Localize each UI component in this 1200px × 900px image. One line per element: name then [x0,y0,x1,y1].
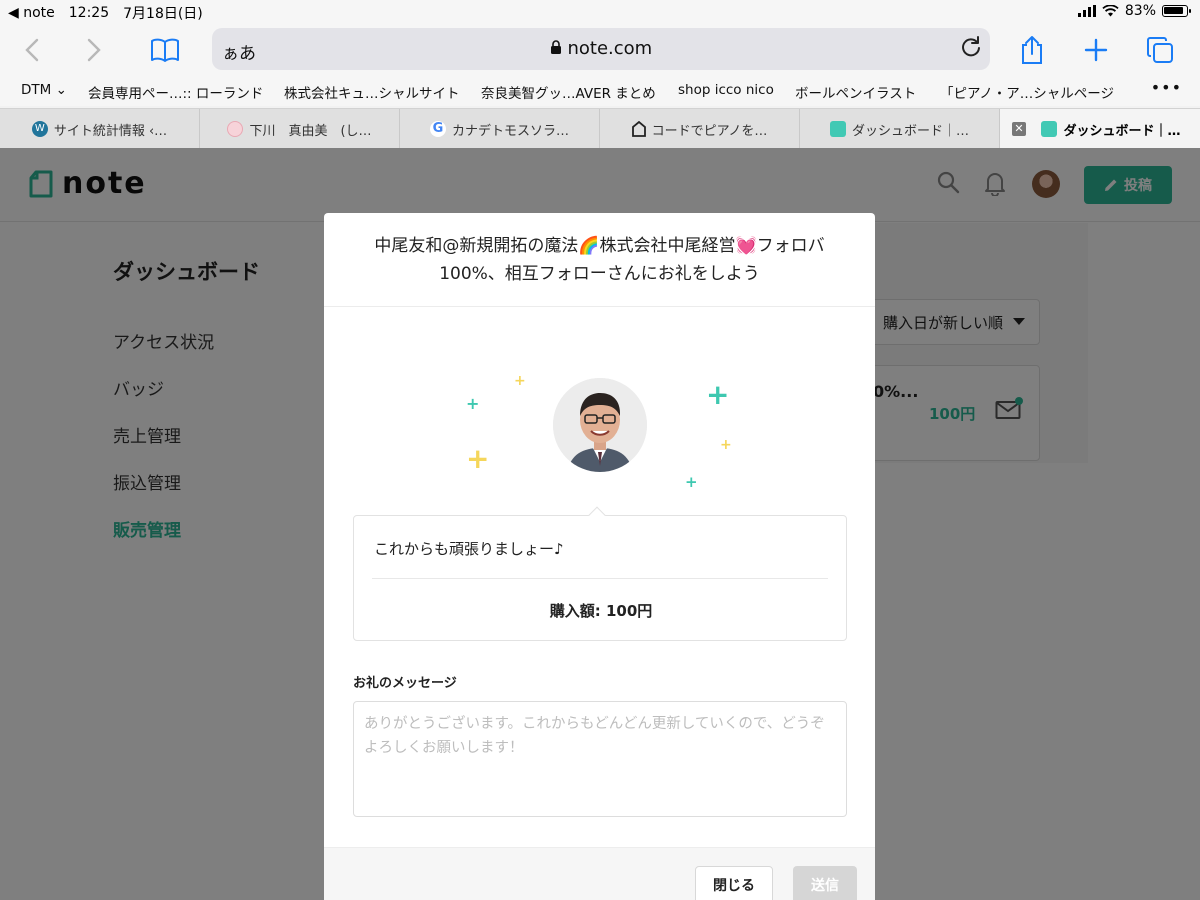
url-field[interactable]: note.com [212,38,990,59]
forward-button[interactable] [74,30,114,70]
note-favicon-icon [1041,121,1058,137]
tab-title: 下川 真由美 (し… [249,123,372,139]
tab-title: ダッシュボード｜… [851,123,969,139]
reload-icon [962,36,980,57]
bookmark-item[interactable]: 株式会社キュ…シャルサイト [284,82,460,102]
bookmark-item[interactable]: ボールペンイラスト [795,82,916,102]
browser-tab-active[interactable]: ✕ ダッシュボード｜… [1000,109,1200,149]
tab-bar: W サイト統計情報 ‹… 下川 真由美 (し… G カナデトモスソラ… コードで… [0,108,1200,149]
sparkle-icon: + [706,378,730,411]
date: 7月18日(日) [123,6,203,22]
battery-icon [1162,5,1191,17]
book-icon [151,38,179,62]
tabs-icon [1147,37,1173,63]
back-app-label: note [23,5,55,21]
tab-title: サイト統計情報 ‹… [53,123,168,139]
bookmark-item[interactable]: 会員専用ペー…:: ローランド [88,82,263,102]
character-favicon-icon [227,121,244,137]
browser-tab[interactable]: ダッシュボード｜… [800,109,1000,149]
tab-title: カナデトモスソラ… [451,123,569,139]
buyer-message: これからも頑張りましょー♪ [374,540,564,558]
wifi-icon [1102,5,1119,17]
bookmark-folder-dtm[interactable]: DTM ⌄ [21,82,67,98]
note-favicon-icon [829,121,846,137]
lock-icon [550,40,561,54]
chevron-left-icon [25,38,39,62]
plus-icon [1084,38,1108,62]
back-to-app[interactable]: ◀ note [8,5,55,21]
tab-title: コードでピアノを… [651,123,768,139]
browser-tab[interactable]: G カナデトモスソラ… [400,109,600,149]
buyer-message-card: これからも頑張りましょー♪ 購入額: 100円 [353,515,847,641]
divider [372,578,828,579]
share-button[interactable] [1012,30,1052,70]
modal-footer: 閉じる 送信 [324,847,875,900]
battery-percent: 83% [1124,3,1156,19]
share-icon [1022,36,1042,64]
reload-button[interactable] [960,36,982,62]
bookmark-label: DTM [21,82,52,98]
tab-title: ダッシュボード｜… [1063,123,1181,139]
close-button[interactable]: 閉じる [695,866,773,900]
status-bar: ◀ note 12:25 7月18日(日) 83% [0,0,1200,24]
url-text: note.com [567,38,653,59]
sparkle-icon: + [685,473,698,491]
sparkle-icon: + [514,373,526,389]
new-tab-button[interactable] [1076,30,1116,70]
sparkle-icon: + [720,437,732,453]
bookmarks-bar: DTM ⌄ 会員専用ペー…:: ローランド 株式会社キュ…シャルサイト 奈良美智… [0,76,1200,106]
thanks-message-input[interactable] [353,701,847,817]
google-icon: G [429,121,446,137]
bookmark-item[interactable]: 「ピアノ・ア…シャルページ [940,82,1114,102]
modal-title: 中尾友和@新規開拓の魔法🌈株式会社中尾経営💓フォロバ 100%、相互フォローさん… [324,213,875,307]
sparkle-icon: + [466,394,480,413]
tab-overview-button[interactable] [1140,30,1180,70]
thanks-message-label: お礼のメッセージ [353,676,457,691]
modal-title-line-2: 100%、相互フォローさんにお礼をしよう [439,264,760,284]
chevron-right-icon [87,38,101,62]
creator-portrait-icon [553,378,647,472]
more-bookmarks-button[interactable]: ••• [1151,78,1182,97]
creator-avatar [553,378,647,472]
thanks-modal: 中尾友和@新規開拓の魔法🌈株式会社中尾経営💓フォロバ 100%、相互フォローさん… [324,213,875,900]
cellular-signal-icon [1077,5,1096,17]
wordpress-icon: W [31,121,48,137]
purchase-amount: 購入額: 100円 [549,602,653,620]
back-button[interactable] [12,30,52,70]
browser-tab[interactable]: コードでピアノを… [600,109,800,149]
sparkle-icon: + [466,442,490,475]
browser-toolbar: ぁあ note.com [0,24,1200,76]
send-button[interactable]: 送信 [793,866,857,900]
bookmarks-button[interactable] [145,30,185,70]
browser-tab[interactable]: W サイト統計情報 ‹… [0,109,200,149]
bookmark-item[interactable]: shop icco nico [678,82,774,98]
house-icon [631,121,646,137]
browser-tab[interactable]: 下川 真由美 (し… [200,109,400,149]
modal-title-line-1: 中尾友和@新規開拓の魔法🌈株式会社中尾経営💓フォロバ [374,236,825,256]
chevron-down-icon: ⌄ [55,82,67,98]
close-tab-icon[interactable]: ✕ [1012,122,1026,136]
bookmark-item[interactable]: 奈良美智グッ…AVER まとめ [481,82,656,102]
clock: 12:25 [68,5,110,21]
address-bar[interactable]: ぁあ note.com [212,28,990,70]
